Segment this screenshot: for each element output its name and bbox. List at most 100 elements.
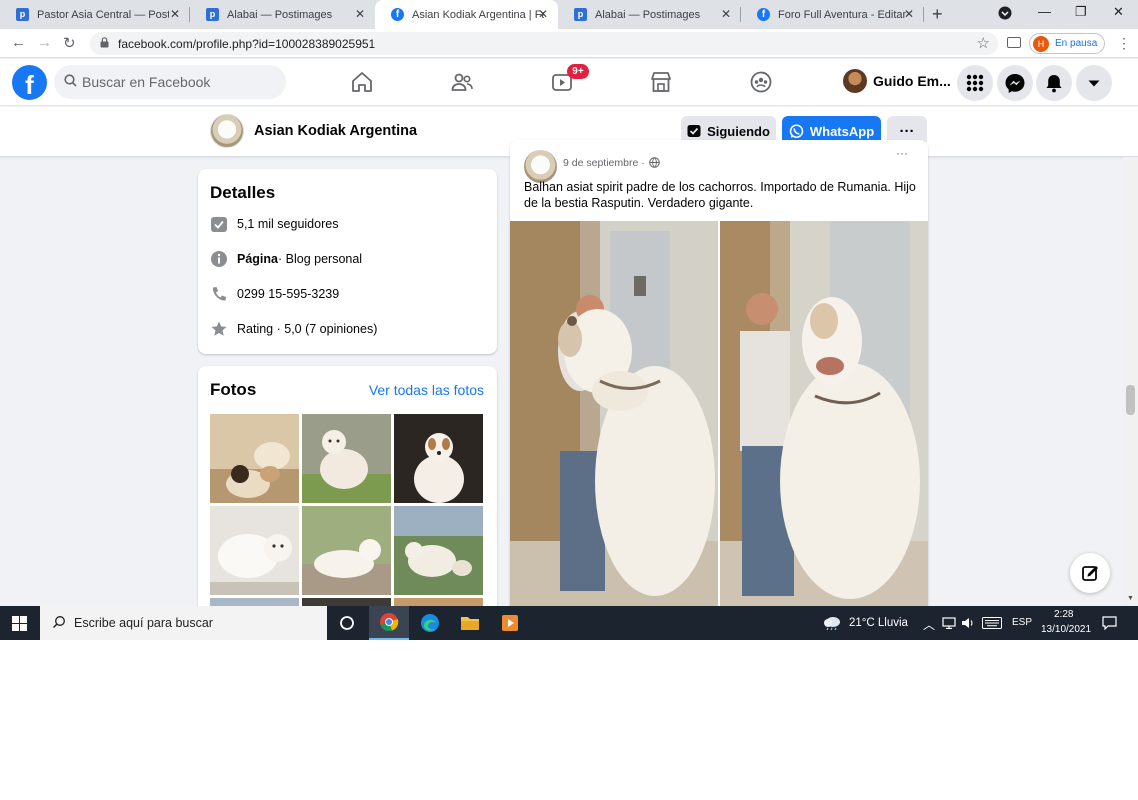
followers-row: 5,1 mil seguidores: [210, 214, 338, 234]
reload-icon[interactable]: ↻: [63, 34, 76, 52]
chrome-taskbar-button[interactable]: [369, 606, 409, 640]
tab-separator: [923, 7, 924, 22]
page-scrollbar[interactable]: ▼: [1123, 157, 1138, 606]
profile-chip[interactable]: H En pausa: [1029, 33, 1105, 54]
scroll-down-arrow-icon[interactable]: ▼: [1127, 595, 1134, 602]
following-check-icon: [687, 125, 701, 137]
close-tab-icon[interactable]: ✕: [721, 7, 731, 21]
browser-menu-icon[interactable]: ⋮: [1117, 35, 1131, 52]
postimages-favicon-icon: p: [206, 8, 219, 21]
menu-grid-button[interactable]: [957, 65, 993, 101]
close-tab-icon[interactable]: ✕: [355, 7, 365, 21]
photo-thumbnail[interactable]: [302, 414, 391, 503]
new-tab-plus-icon[interactable]: +: [932, 4, 943, 25]
followers-check-icon: [211, 217, 227, 232]
notifications-button[interactable]: [1036, 65, 1072, 101]
post-options-icon[interactable]: ···: [896, 146, 908, 160]
screen: p Pastor Asia Central — Postim ✕ p Alaba…: [0, 0, 1138, 640]
post-photo-left[interactable]: [510, 221, 718, 621]
tab-search-chevron-icon[interactable]: [998, 6, 1012, 23]
weather-rain-icon[interactable]: [822, 615, 842, 631]
close-window-icon[interactable]: ✕: [1113, 4, 1124, 20]
post-date[interactable]: 9 de septiembre ·: [563, 157, 645, 169]
clock-time[interactable]: 2:28: [1054, 609, 1073, 620]
back-arrow-icon[interactable]: ←: [11, 34, 26, 51]
facebook-search[interactable]: [54, 65, 286, 99]
edge-taskbar-button[interactable]: [410, 606, 450, 640]
category-label: Página: [237, 252, 278, 266]
address-bar[interactable]: facebook.com/profile.php?id=100028389025…: [90, 32, 998, 55]
volume-icon[interactable]: [961, 617, 975, 629]
rating-row[interactable]: Rating · 5,0 (7 opiniones): [210, 319, 377, 339]
browser-tab-1[interactable]: p Pastor Asia Central — Postim ✕: [0, 0, 190, 29]
network-icon[interactable]: [942, 617, 956, 629]
user-profile-shortcut[interactable]: Guido Em...: [843, 69, 951, 93]
media-player-taskbar-button[interactable]: [490, 606, 530, 640]
info-icon: [211, 251, 227, 267]
marketplace-icon[interactable]: [649, 70, 673, 94]
clock-date[interactable]: 13/10/2021: [1041, 624, 1091, 635]
weather-text[interactable]: 21°C Lluvia: [849, 617, 908, 629]
minimize-icon[interactable]: —: [1038, 4, 1051, 19]
facebook-logo-icon[interactable]: f: [12, 65, 47, 100]
home-icon[interactable]: [350, 70, 374, 94]
cast-icon[interactable]: [1007, 37, 1021, 48]
browser-tab-3-active[interactable]: f Asian Kodiak Argentina | Face ✕: [375, 0, 558, 29]
friends-icon[interactable]: [450, 70, 474, 94]
photo-thumbnail[interactable]: [394, 414, 483, 503]
category-value: · Blog personal: [278, 252, 363, 266]
restore-window-icon[interactable]: ❐: [1075, 4, 1087, 20]
phone-icon: [212, 287, 226, 301]
action-center-notification-icon[interactable]: [1102, 616, 1117, 630]
post-photo-right[interactable]: [720, 221, 928, 621]
browser-tab-4[interactable]: p Alabai — Postimages ✕: [558, 0, 741, 29]
taskbar-search[interactable]: [40, 606, 327, 640]
new-message-button[interactable]: [1070, 553, 1110, 593]
url-text: facebook.com/profile.php?id=100028389025…: [118, 37, 376, 51]
scrollbar-thumb[interactable]: [1126, 385, 1135, 415]
cortana-button[interactable]: [327, 606, 367, 640]
close-tab-icon[interactable]: ✕: [538, 7, 548, 21]
windows-start-icon[interactable]: [12, 616, 27, 631]
postimages-favicon-icon: p: [574, 8, 587, 21]
chrome-icon: [380, 613, 399, 632]
post-text: Balhan asiat spirit padre de los cachorr…: [524, 180, 916, 210]
cortana-circle-icon: [340, 616, 354, 630]
file-explorer-taskbar-button[interactable]: [450, 606, 490, 640]
messenger-icon: [1005, 74, 1025, 93]
hidden-icons-chevron-icon[interactable]: ︿: [923, 616, 935, 633]
messenger-button[interactable]: [997, 65, 1033, 101]
caret-down-icon: [1088, 80, 1100, 87]
profile-avatar: H: [1033, 35, 1049, 52]
post-card: 9 de septiembre · ··· Balhan asiat spiri…: [510, 140, 928, 640]
groups-icon[interactable]: [749, 70, 773, 94]
windows-taskbar: 21°C Lluvia ︿ ESP 2:28 13/10/2021: [0, 606, 1138, 640]
star-icon: [211, 321, 227, 336]
photo-thumbnail[interactable]: [394, 506, 483, 595]
close-tab-icon[interactable]: ✕: [170, 7, 180, 21]
compose-icon: [1082, 566, 1098, 581]
bookmark-star-icon[interactable]: ☆: [977, 34, 990, 52]
keyboard-icon[interactable]: [982, 617, 1002, 629]
tab-label: Asian Kodiak Argentina | Face: [412, 8, 544, 21]
phone-row[interactable]: 0299 15-595-3239: [210, 284, 339, 304]
account-menu-button[interactable]: [1076, 65, 1112, 101]
close-tab-icon[interactable]: ✕: [904, 7, 914, 21]
photo-thumbnail[interactable]: [210, 414, 299, 503]
browser-tab-strip: p Pastor Asia Central — Postim ✕ p Alaba…: [0, 0, 1138, 29]
tab-label: Alabai — Postimages: [595, 8, 701, 21]
tab-label: Foro Full Aventura - Editar m: [778, 8, 910, 21]
input-language[interactable]: ESP: [1012, 617, 1032, 628]
browser-tab-5[interactable]: f Foro Full Aventura - Editar m ✕: [741, 0, 924, 29]
whatsapp-icon: [789, 123, 804, 138]
page-avatar[interactable]: [210, 114, 244, 148]
photo-thumbnail[interactable]: [302, 506, 391, 595]
facebook-search-input[interactable]: [82, 65, 277, 99]
page-title[interactable]: Asian Kodiak Argentina: [254, 123, 417, 139]
see-all-photos-link[interactable]: Ver todas las fotos: [369, 382, 484, 398]
taskbar-search-input[interactable]: [74, 606, 314, 640]
browser-tab-2[interactable]: p Alabai — Postimages ✕: [190, 0, 375, 29]
photo-thumbnail[interactable]: [210, 506, 299, 595]
forward-arrow-icon[interactable]: →: [37, 34, 52, 51]
user-name: Guido Em...: [873, 73, 951, 89]
